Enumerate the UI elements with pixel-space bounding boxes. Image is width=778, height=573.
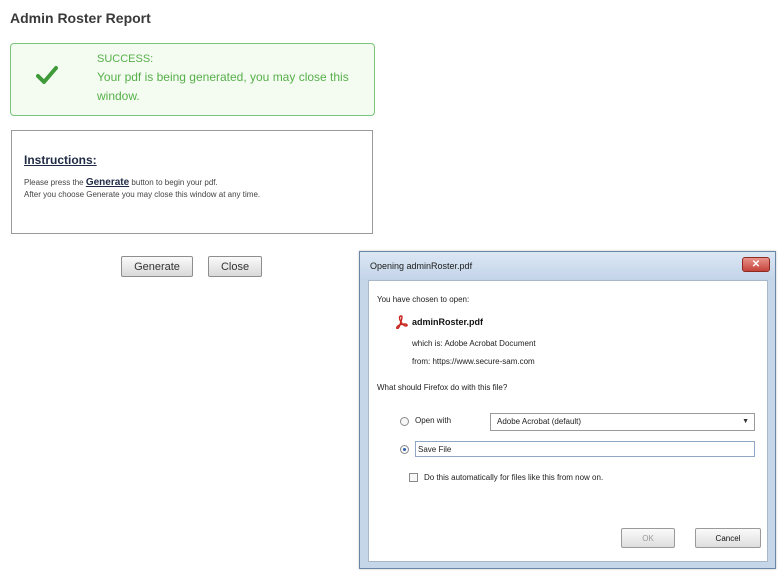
auto-action-checkbox[interactable] (409, 473, 418, 482)
ok-button[interactable]: OK (621, 528, 675, 548)
instructions-line-2: After you choose Generate you may close … (24, 190, 261, 199)
file-download-dialog: Opening adminRoster.pdf ✕ You have chose… (359, 251, 776, 569)
file-name: adminRoster.pdf (412, 317, 484, 327)
open-with-select-value: Adobe Acrobat (default) (497, 417, 582, 426)
success-message: Your pdf is being generated, you may clo… (97, 70, 349, 103)
generate-link[interactable]: Generate (86, 177, 129, 188)
auto-action-label[interactable]: Do this automatically for files like thi… (424, 473, 603, 482)
which-is-row: which is: Adobe Acrobat Document (412, 339, 536, 348)
instructions-title: Instructions: (24, 153, 97, 167)
cancel-button[interactable]: Cancel (695, 528, 761, 548)
instructions-line-1: Please press the Generate button to begi… (24, 177, 218, 188)
save-file-option[interactable]: Save File (415, 441, 755, 457)
dialog-titlebar[interactable]: Opening adminRoster.pdf ✕ (360, 252, 775, 280)
open-with-label[interactable]: Open with (415, 416, 451, 425)
which-is-label: which is: (412, 339, 443, 348)
success-title: SUCCESS: (97, 53, 154, 65)
which-is-value: Adobe Acrobat Document (444, 339, 536, 348)
instructions-line-1-suffix: button to begin your pdf. (131, 178, 218, 187)
chosen-text: You have chosen to open: (377, 295, 470, 304)
from-value: https://www.secure-sam.com (432, 357, 535, 366)
dialog-title: Opening adminRoster.pdf (370, 261, 473, 271)
open-with-select[interactable]: Adobe Acrobat (default) ▼ (490, 413, 755, 431)
question-text: What should Firefox do with this file? (377, 383, 508, 392)
pdf-file-icon (395, 315, 408, 334)
success-alert: SUCCESS: Your pdf is being generated, yo… (10, 43, 375, 116)
dialog-body: You have chosen to open: adminRoster.pdf… (368, 280, 768, 562)
checkmark-icon (36, 65, 58, 90)
close-button[interactable]: Close (208, 256, 262, 277)
open-with-radio[interactable] (400, 417, 409, 426)
chevron-down-icon[interactable]: ▼ (742, 414, 749, 430)
instructions-panel: Instructions: Please press the Generate … (11, 130, 373, 234)
instructions-line-1-prefix: Please press the (24, 178, 84, 187)
from-row: from: https://www.secure-sam.com (412, 357, 535, 366)
generate-button[interactable]: Generate (121, 256, 193, 277)
page-title: Admin Roster Report (10, 10, 151, 26)
save-file-radio[interactable] (400, 445, 409, 454)
from-label: from: (412, 357, 431, 366)
close-icon[interactable]: ✕ (742, 257, 770, 272)
save-file-label: Save File (418, 445, 452, 454)
